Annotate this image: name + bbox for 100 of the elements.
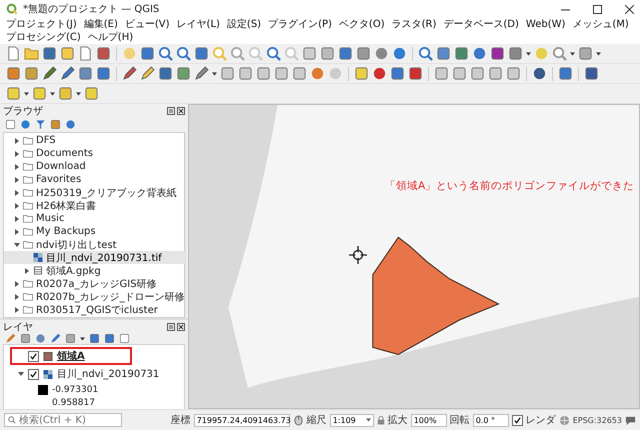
coordinate-field[interactable]: 719957.24,4091463.73 — [194, 414, 290, 426]
menu-item[interactable]: メッシュ(M) — [572, 18, 629, 31]
square-icon[interactable] — [96, 46, 111, 61]
square-icon[interactable] — [354, 66, 369, 81]
square-icon[interactable] — [6, 66, 21, 81]
tree-item[interactable]: My Backups — [36, 226, 96, 237]
map-canvas[interactable]: 「領域A」という名前のポリゴンファイルができた — [188, 104, 640, 409]
expand-arrow-icon[interactable] — [14, 216, 20, 222]
magnifier-icon[interactable] — [418, 46, 433, 61]
tree-item[interactable]: Download — [36, 161, 86, 172]
crs-button[interactable]: EPSG:32653 — [572, 416, 622, 424]
circle-icon[interactable] — [310, 66, 325, 81]
circle-icon[interactable] — [20, 119, 31, 130]
square-icon[interactable] — [470, 66, 485, 81]
caret-icon[interactable] — [366, 418, 371, 422]
magnifier-icon[interactable] — [176, 46, 191, 61]
circle-icon[interactable] — [472, 46, 487, 61]
square-icon[interactable] — [220, 66, 235, 81]
menu-item[interactable]: レイヤ(L) — [176, 18, 220, 31]
square-icon[interactable] — [238, 66, 253, 81]
caret-icon[interactable] — [24, 92, 29, 96]
float-icon[interactable] — [167, 106, 175, 114]
close-icon[interactable] — [177, 322, 185, 330]
circle-icon[interactable] — [372, 66, 387, 81]
tree-item[interactable]: Music — [36, 213, 64, 224]
menu-item[interactable]: 編集(E) — [84, 18, 118, 31]
message-icon[interactable] — [625, 414, 636, 426]
square-icon[interactable] — [104, 333, 115, 344]
lock-icon[interactable] — [376, 414, 385, 426]
square-icon[interactable] — [32, 86, 47, 101]
square-icon[interactable] — [508, 46, 523, 61]
menu-item[interactable]: 設定(S) — [226, 18, 262, 31]
caret-icon[interactable] — [596, 52, 601, 56]
menu-item[interactable]: ベクタ(O) — [338, 18, 385, 31]
square-icon[interactable] — [356, 46, 371, 61]
folder-icon[interactable] — [24, 46, 39, 61]
tree-item[interactable]: 領域A.gpkg — [46, 264, 101, 278]
circle-icon[interactable] — [374, 46, 389, 61]
square-icon[interactable] — [506, 66, 521, 81]
tree-item[interactable]: DFS — [36, 135, 56, 146]
maximize-icon[interactable] — [593, 4, 602, 14]
menu-item[interactable]: プロセシング(C) — [6, 31, 81, 44]
magnifier-icon[interactable] — [230, 46, 245, 61]
square-icon[interactable] — [140, 46, 155, 61]
expand-arrow-icon[interactable] — [14, 294, 20, 300]
square-icon[interactable] — [488, 66, 503, 81]
render-checkbox[interactable] — [512, 414, 523, 426]
square-icon[interactable] — [6, 86, 21, 101]
square-icon[interactable] — [78, 66, 93, 81]
expand-arrow-icon[interactable] — [14, 228, 20, 234]
close-icon[interactable] — [177, 106, 185, 114]
expand-arrow-icon[interactable] — [14, 280, 20, 286]
square-icon[interactable] — [96, 66, 111, 81]
square-icon[interactable] — [338, 46, 353, 61]
square-icon[interactable] — [436, 46, 451, 61]
caret-icon[interactable] — [76, 92, 81, 96]
square-icon[interactable] — [65, 333, 76, 344]
tree-item[interactable]: R0207a_カレッジGIS研修 — [36, 276, 157, 290]
expand-arrow-icon[interactable] — [14, 190, 20, 196]
menu-item[interactable]: ヘルプ(H) — [88, 31, 134, 44]
layer-name[interactable]: 目川_ndvi_20190731 — [57, 367, 160, 381]
expand-arrow-icon[interactable] — [14, 150, 20, 156]
circle-icon[interactable] — [35, 333, 46, 344]
square-icon[interactable] — [274, 66, 289, 81]
square-icon[interactable] — [89, 333, 100, 344]
expand-arrow-icon[interactable] — [18, 371, 24, 377]
document-icon[interactable] — [78, 46, 93, 61]
expand-arrow-icon[interactable] — [14, 176, 20, 182]
magnifier-spinbox[interactable]: 100% — [410, 414, 447, 426]
square-icon[interactable] — [176, 66, 191, 81]
square-icon[interactable] — [84, 86, 99, 101]
search-field[interactable]: 検索(Ctrl + K) — [4, 413, 122, 427]
globe-icon[interactable] — [558, 414, 570, 426]
square-icon[interactable] — [158, 66, 173, 81]
square-icon[interactable] — [24, 66, 39, 81]
square-icon[interactable] — [452, 66, 467, 81]
square-icon[interactable] — [490, 46, 505, 61]
expand-arrow-icon[interactable] — [24, 268, 30, 274]
square-icon[interactable] — [320, 46, 335, 61]
tree-item[interactable]: Favorites — [36, 174, 82, 185]
rotation-spinbox[interactable]: 0.0 ° — [472, 414, 509, 426]
square-icon[interactable] — [302, 46, 317, 61]
magnifier-icon[interactable] — [266, 46, 281, 61]
square-icon[interactable] — [408, 66, 423, 81]
tree-item[interactable]: H26林業白書 — [36, 198, 96, 212]
square-icon[interactable] — [584, 66, 599, 81]
scale-dropdown[interactable]: 1:109 — [330, 414, 374, 426]
menu-item[interactable]: プラグイン(P) — [268, 18, 332, 31]
square-icon[interactable] — [292, 66, 307, 81]
square-icon[interactable] — [20, 333, 31, 344]
square-icon[interactable] — [454, 46, 469, 61]
tree-item[interactable]: Documents — [36, 148, 94, 159]
caret-icon[interactable] — [50, 92, 55, 96]
square-icon[interactable] — [558, 66, 573, 81]
checkbox[interactable] — [28, 350, 39, 362]
mouse-icon[interactable] — [292, 414, 304, 426]
tree-item[interactable]: ndvi切り出しtest — [36, 238, 117, 252]
scrollbar[interactable] — [184, 133, 188, 317]
square-icon[interactable] — [256, 66, 271, 81]
menu-item[interactable]: ビュー(V) — [124, 18, 170, 31]
